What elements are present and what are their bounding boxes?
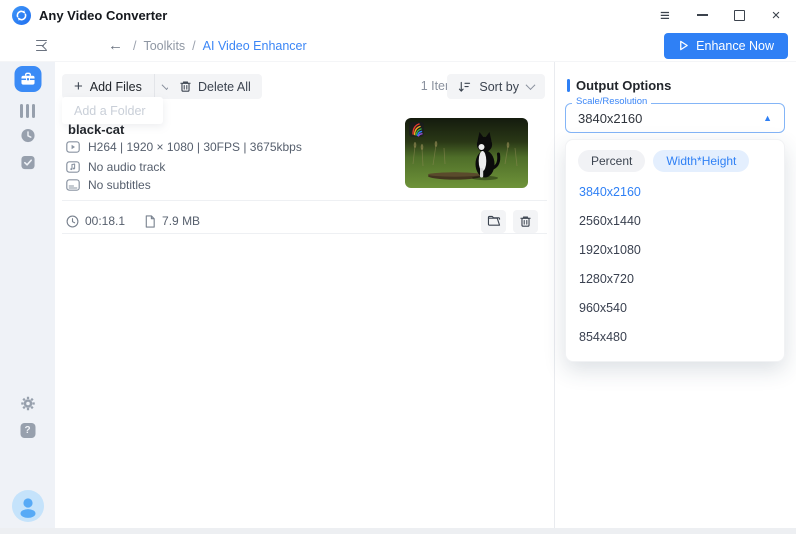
sort-by-label: Sort by: [479, 79, 519, 94]
titlebar: Any Video Converter ≡ ×: [0, 0, 796, 30]
video-info: H264 | 1920 × 1080 | 30FPS | 3675kbps: [88, 140, 302, 154]
resolution-option[interactable]: 960x540: [566, 294, 784, 323]
minimize-icon[interactable]: [694, 7, 710, 23]
play-icon: [680, 40, 688, 51]
resolution-option[interactable]: 2560x1440: [566, 207, 784, 236]
window-bottom-edge: [0, 528, 796, 534]
task-check-icon: [20, 155, 35, 170]
delete-file-button[interactable]: [513, 209, 538, 233]
menu-icon[interactable]: ≡: [657, 7, 673, 24]
scale-resolution-label: Scale/Resolution: [572, 96, 652, 107]
person-icon: [20, 498, 35, 518]
video-track-icon: [66, 141, 80, 153]
main-panel: + Add Files Delete All 1 Item(s) Sort by…: [55, 62, 554, 528]
file-footer-row: 00:18.1 7.9 MB: [66, 208, 538, 234]
sidebar-item-history[interactable]: [20, 128, 35, 143]
add-folder-menu-item[interactable]: Add a Folder: [74, 104, 146, 118]
output-options-title: Output Options: [576, 78, 672, 93]
chevron-down-icon: [525, 80, 536, 91]
sidebar-item-help[interactable]: ?: [20, 423, 35, 438]
plus-icon: +: [74, 78, 83, 95]
resolution-option[interactable]: 854x480: [566, 323, 784, 352]
resolution-dropdown: Percent Width*Height 3840x2160 2560x1440 19…: [565, 139, 785, 362]
resolution-option[interactable]: 3840x2160: [566, 178, 784, 207]
output-options-panel: Output Options Scale/Resolution 3840x216…: [554, 62, 796, 528]
sub-header: ← / Toolkits / AI Video Enhancer Enhance…: [0, 30, 796, 62]
sidebar-item-toolbox[interactable]: [14, 66, 41, 92]
toolbox-icon: [20, 72, 35, 85]
output-options-header: Output Options: [567, 78, 671, 93]
clock-icon: [66, 215, 79, 227]
delete-all-button[interactable]: Delete All: [168, 74, 262, 99]
trash-icon: [520, 215, 531, 227]
add-files-button[interactable]: + Add Files: [62, 74, 154, 99]
size-info: 7.9 MB: [144, 214, 200, 228]
file-size: 7.9 MB: [162, 214, 201, 228]
audio-info: No audio track: [88, 160, 166, 174]
card-divider: [62, 200, 547, 201]
ai-enhance-badge-icon: [409, 122, 424, 137]
audio-track-icon: [66, 161, 80, 173]
scale-mode-tabs: Percent Width*Height: [566, 140, 784, 178]
folder-icon: [487, 215, 500, 226]
add-files-button-group: + Add Files: [62, 74, 179, 99]
resolution-list: 3840x2160 2560x1440 1920x1080 1280x720 960x5…: [566, 178, 784, 361]
sidebar: ?: [0, 62, 55, 528]
breadcrumb-separator: /: [133, 38, 137, 53]
audio-info-row: No audio track: [66, 160, 165, 174]
subtitle-track-icon: [66, 179, 80, 191]
window-controls: ≡ ×: [657, 7, 784, 24]
video-thumbnail[interactable]: [405, 118, 528, 188]
breadcrumb-separator: /: [192, 38, 196, 53]
accent-bar: [567, 79, 570, 92]
scale-resolution-select[interactable]: 3840x2160 ▲: [565, 103, 785, 133]
collapse-sidebar-icon[interactable]: [33, 39, 49, 53]
file-icon: [145, 214, 155, 228]
sidebar-item-settings[interactable]: [20, 396, 35, 411]
resolution-option[interactable]: 1920x1080: [566, 236, 784, 265]
sort-by-button[interactable]: Sort by: [447, 74, 545, 99]
queue-bars-icon: [20, 103, 24, 118]
delete-all-label: Delete All: [198, 79, 251, 94]
cat-thumbnail-image: [405, 118, 528, 188]
file-name: black-cat: [68, 122, 125, 137]
maximize-icon[interactable]: [731, 7, 747, 23]
app-title: Any Video Converter: [39, 7, 168, 23]
caret-up-icon: ▲: [763, 113, 772, 123]
subtitle-info-row: No subtitles: [66, 178, 151, 192]
open-folder-button[interactable]: [481, 209, 506, 233]
sidebar-item-queue[interactable]: [20, 103, 36, 118]
scale-mode-tab[interactable]: Width*Height: [653, 150, 750, 172]
question-mark-icon: ?: [24, 425, 31, 436]
add-files-label: Add Files: [89, 79, 142, 94]
resolution-option[interactable]: 640x360: [566, 352, 784, 361]
card-divider: [62, 233, 547, 234]
breadcrumb-current: AI Video Enhancer: [202, 38, 307, 53]
scale-mode-tab[interactable]: Percent: [578, 150, 646, 172]
resolution-option[interactable]: 1280x720: [566, 265, 784, 294]
sort-icon: [459, 81, 471, 92]
user-avatar[interactable]: [11, 490, 44, 522]
sidebar-item-tasks[interactable]: [20, 155, 35, 170]
app-logo-icon: [12, 5, 31, 25]
add-files-dropdown-menu: Add a Folder: [62, 97, 163, 124]
gear-icon: [20, 396, 35, 411]
enhance-now-button[interactable]: Enhance Now: [664, 32, 788, 59]
trash-icon: [180, 81, 191, 92]
enhance-now-label: Enhance Now: [696, 38, 774, 53]
file-duration: 00:18.1: [85, 214, 126, 228]
scale-resolution-value: 3840x2160: [578, 110, 643, 126]
subtitle-info: No subtitles: [88, 178, 151, 192]
back-arrow-icon[interactable]: ←: [108, 38, 123, 53]
close-icon[interactable]: ×: [768, 7, 784, 24]
breadcrumb-toolkits[interactable]: Toolkits: [143, 39, 185, 53]
app-window: Any Video Converter ≡ × ← / Toolkits / A…: [0, 0, 796, 534]
duration-info: 00:18.1: [66, 214, 125, 228]
video-info-row: H264 | 1920 × 1080 | 30FPS | 3675kbps: [66, 140, 302, 154]
breadcrumb: / Toolkits / AI Video Enhancer: [133, 39, 307, 53]
clock-icon: [20, 128, 35, 143]
